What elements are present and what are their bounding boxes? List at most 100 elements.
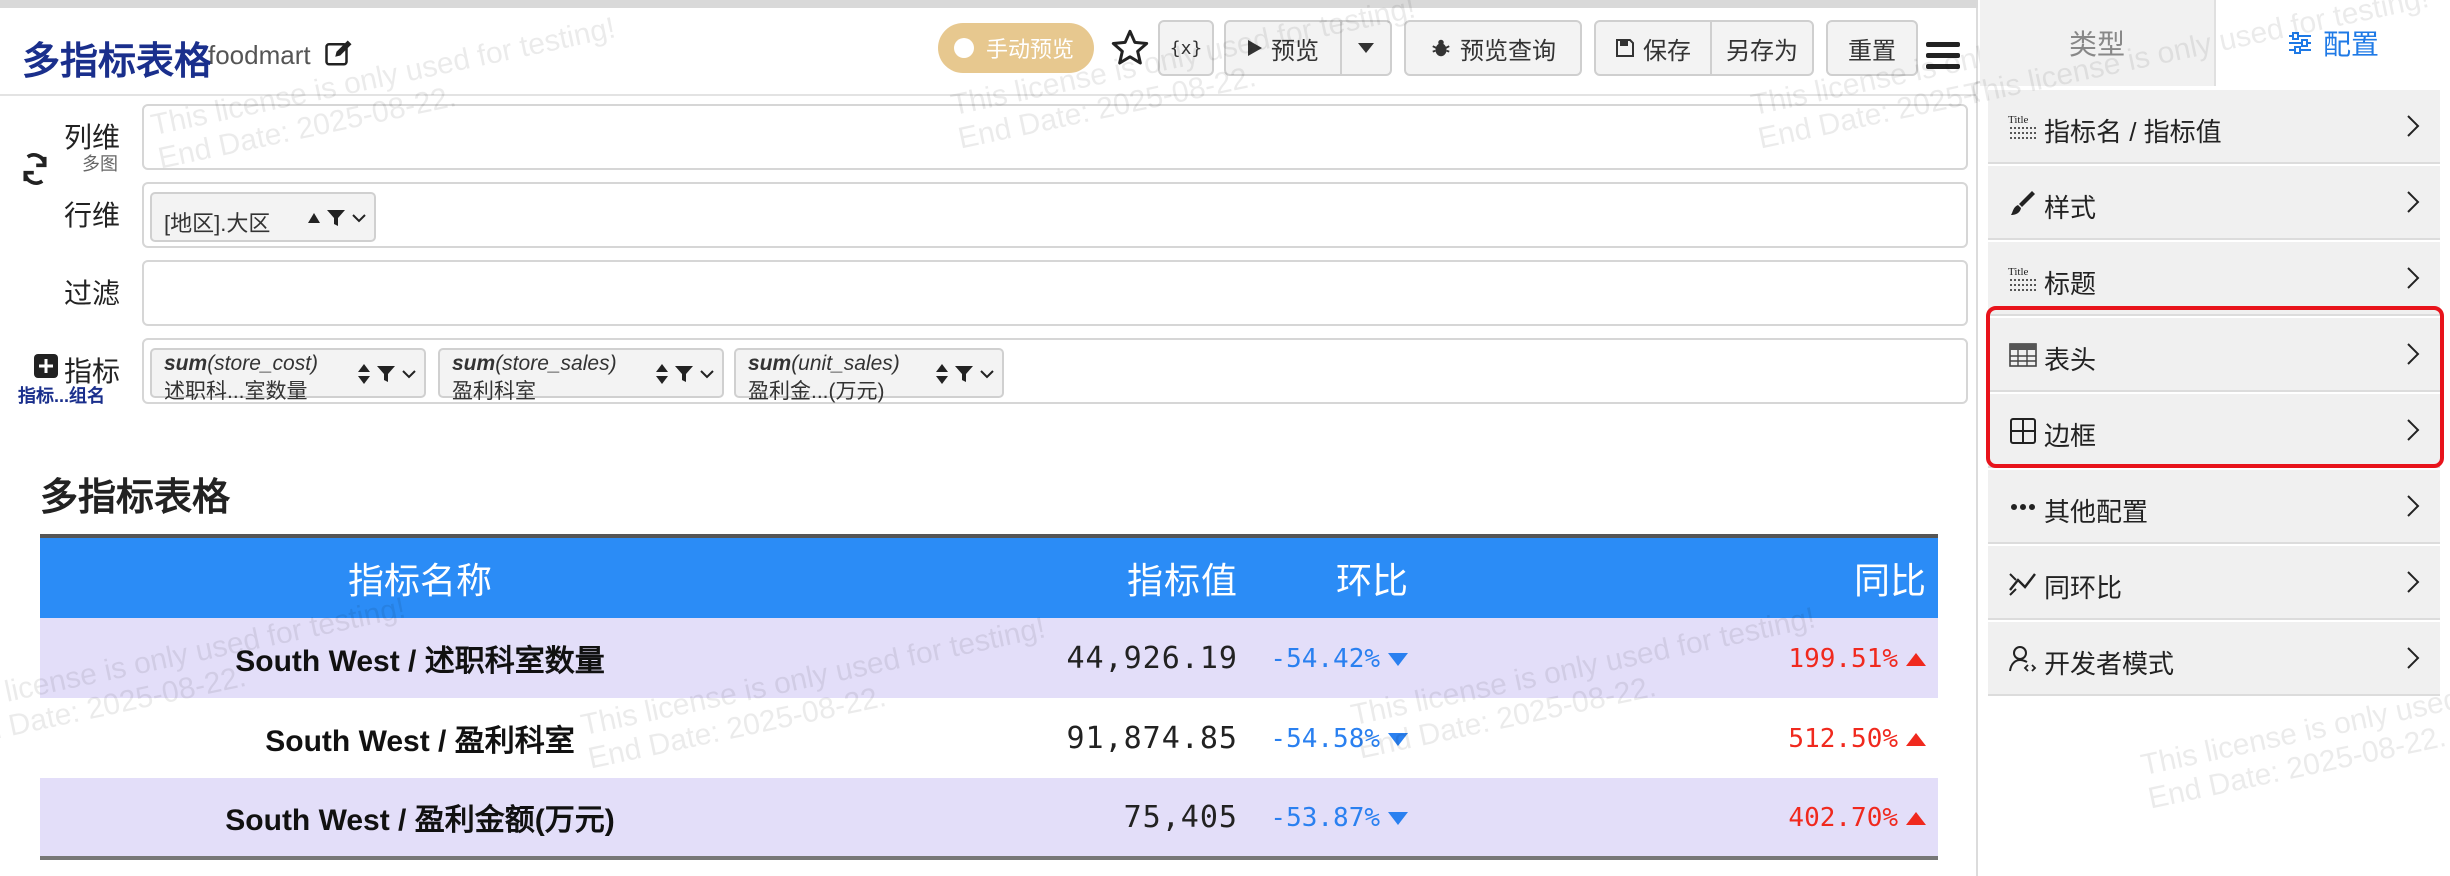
table-row: South West / 述职科室数量 44,926.19 -54.42% 19… [40, 618, 1938, 698]
preview-dropdown-button[interactable] [1340, 20, 1392, 76]
chevron-down-icon[interactable] [402, 369, 416, 379]
arrow-down-icon [1388, 652, 1408, 666]
swap-icon[interactable] [20, 152, 50, 186]
config-sidebar: 类型 配置 Title 指标名 / 指标值 样式 Title 标题 表头 边框 … [1962, 0, 2450, 876]
filter-icon[interactable] [326, 208, 346, 228]
manual-preview-toggle[interactable]: 手动预览 [938, 23, 1094, 73]
field-name: (store_sales) [495, 352, 617, 375]
arrow-down-icon [1388, 732, 1408, 746]
save-icon [1615, 38, 1635, 58]
measure-chip[interactable]: sum(store_cost) 述职科...室数量 [150, 348, 426, 403]
add-measure-icon[interactable] [34, 354, 58, 378]
sliders-icon [2288, 32, 2311, 54]
page-title: 多指标表格 [22, 41, 213, 83]
measure-chip[interactable]: sum(store_sales) 盈利科室 [438, 348, 724, 403]
columns-sub-label: 多图 [82, 154, 118, 174]
toggle-label: 手动预览 [986, 37, 1075, 62]
svg-text:Title: Title [2008, 266, 2029, 278]
measure-name-cell: South West / 盈利金额(万元) [40, 778, 800, 860]
star-icon[interactable] [1110, 28, 1150, 68]
tab-config[interactable]: 配置 [2216, 0, 2450, 86]
top-border [0, 0, 1978, 8]
panel-measure-name-value[interactable]: Title 指标名 / 指标值 [1988, 90, 2440, 164]
agg-func: sum [748, 352, 792, 375]
measure-chip[interactable]: sum(unit_sales) 盈利金...(万元) [734, 348, 1004, 403]
chevron-down-icon[interactable] [700, 369, 714, 379]
yoy-cell: 199.51% [1698, 618, 1938, 698]
measure-alias: 盈利金...(万元) [748, 380, 885, 403]
sort-up-icon[interactable] [308, 213, 320, 223]
svg-text:Title: Title [2008, 114, 2029, 126]
play-icon [1247, 39, 1263, 57]
row-dimension-chip[interactable]: [地区].大区 [150, 192, 376, 242]
menu-icon[interactable] [1926, 42, 1960, 70]
variable-button[interactable]: {x} [1158, 20, 1214, 76]
ellipsis-icon [2011, 504, 2035, 510]
panel-title[interactable]: Title 标题 [1988, 242, 2440, 316]
filter-dropzone[interactable] [142, 260, 1968, 326]
panel-developer-mode[interactable]: 开发者模式 [1988, 622, 2440, 696]
bug-icon [1430, 37, 1452, 59]
multi-measure-table: 指标名称 指标值 环比 同比 South West / 述职科室数量 44,92… [40, 534, 1938, 860]
chevron-right-icon [2407, 571, 2420, 593]
column-header: 环比 [1260, 534, 1698, 618]
sort-icon[interactable] [358, 364, 370, 384]
mom-value: -53.87% [1270, 803, 1380, 833]
preview-query-label: 预览查询 [1460, 37, 1556, 65]
save-label: 保存 [1643, 37, 1691, 65]
chevron-right-icon [2407, 267, 2420, 289]
preview-label: 预览 [1271, 37, 1319, 65]
edit-icon[interactable] [324, 38, 354, 68]
mom-value: -54.42% [1270, 644, 1380, 674]
trend-icon [2009, 573, 2036, 596]
measure-group-link[interactable]: 指标...组名 [18, 382, 105, 408]
agg-func: sum [452, 352, 496, 375]
chevron-down-icon[interactable] [352, 213, 366, 223]
value-cell: 44,926.19 [800, 618, 1260, 698]
measures-dropzone[interactable]: sum(store_cost) 述职科...室数量 sum(store_sale… [142, 338, 1968, 404]
preview-button[interactable]: 预览 [1224, 20, 1342, 76]
arrow-up-icon [1906, 652, 1926, 666]
value-cell: 91,874.85 [800, 698, 1260, 778]
datasource-name: foodmart [208, 40, 311, 70]
rows-dropzone[interactable]: [地区].大区 [142, 182, 1968, 248]
columns-dropzone[interactable] [142, 104, 1968, 170]
reset-button[interactable]: 重置 [1826, 20, 1918, 76]
title-icon: Title [2008, 266, 2036, 291]
value-cell: 75,405 [800, 778, 1260, 860]
sort-icon[interactable] [936, 364, 948, 384]
measure-alias: 盈利科室 [452, 380, 536, 403]
filter-icon[interactable] [674, 364, 694, 384]
field-name: (unit_sales) [791, 352, 900, 375]
column-header: 指标值 [800, 534, 1260, 618]
chevron-right-icon [2407, 115, 2420, 137]
column-header: 同比 [1698, 534, 1938, 618]
panel-label: 标题 [2044, 269, 2097, 299]
rows-label: 行维 [64, 200, 121, 231]
sort-icon[interactable] [656, 364, 668, 384]
chevron-down-icon[interactable] [980, 369, 994, 379]
preview-query-button[interactable]: 预览查询 [1404, 20, 1582, 76]
panel-yoy-mom[interactable]: 同环比 [1988, 546, 2440, 620]
arrow-up-icon [1906, 811, 1926, 825]
panel-label: 样式 [2044, 193, 2097, 223]
arrow-up-icon [1906, 732, 1926, 746]
save-as-button[interactable]: 另存为 [1710, 20, 1814, 76]
save-button[interactable]: 保存 [1594, 20, 1712, 76]
panel-style[interactable]: 样式 [1988, 166, 2440, 240]
mom-cell: -54.58% [1260, 698, 1698, 778]
filter-icon[interactable] [954, 364, 974, 384]
report-title: 多指标表格 [40, 477, 231, 519]
yoy-cell: 402.70% [1698, 778, 1938, 860]
toolbar-header: 多指标表格 foodmart 手动预览 {x} 预览 预览查询 保存 另存为 重… [0, 8, 1978, 96]
table-row: South West / 盈利金额(万元) 75,405 -53.87% 402… [40, 778, 1938, 860]
tab-type[interactable]: 类型 [1980, 0, 2216, 86]
filter-icon[interactable] [376, 364, 396, 384]
mom-value: -54.58% [1270, 724, 1380, 754]
chevron-right-icon [2407, 647, 2420, 669]
field-name: (store_cost) [207, 352, 319, 375]
panel-other-config[interactable]: 其他配置 [1988, 470, 2440, 544]
title-icon: Title [2008, 114, 2036, 139]
column-header: 指标名称 [40, 534, 800, 618]
chevron-right-icon [2407, 191, 2420, 213]
